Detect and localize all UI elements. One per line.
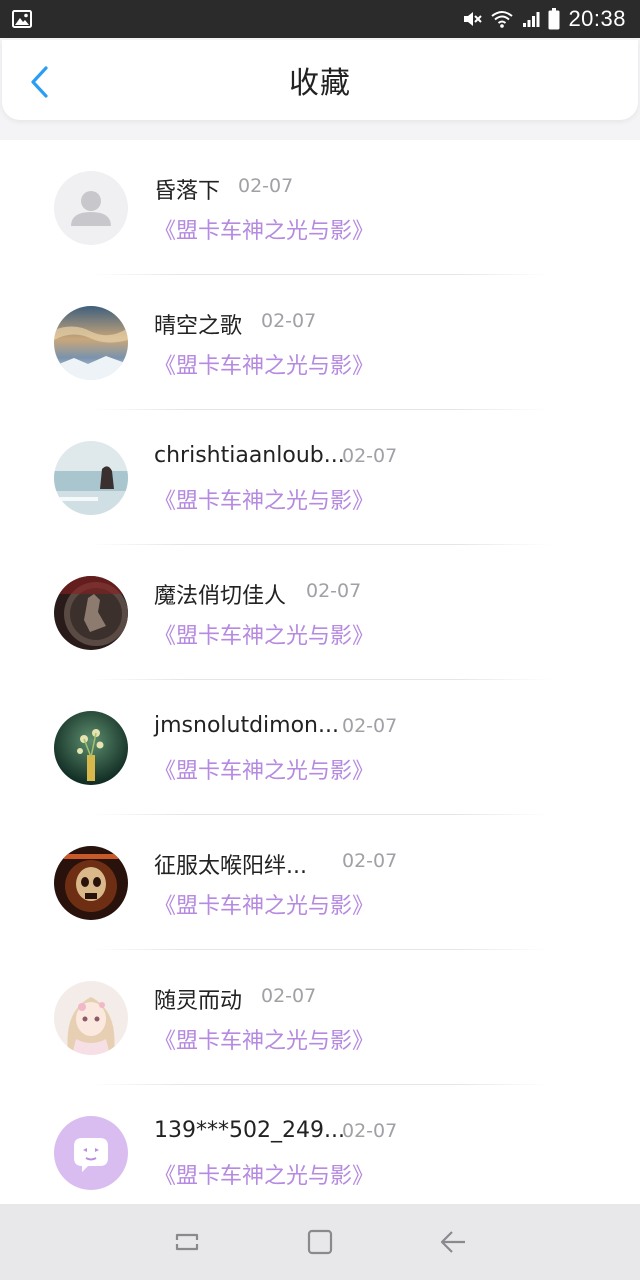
anime-girl-icon <box>54 981 128 1055</box>
avatar[interactable] <box>54 171 128 245</box>
date: 02-07 <box>261 310 317 332</box>
chevron-left-icon <box>29 65 51 99</box>
avatar[interactable] <box>54 846 128 920</box>
navigation-bar <box>0 1204 640 1280</box>
header: 收藏 <box>2 40 638 120</box>
list-item[interactable]: 晴空之歌 02-07 《盟卡车神之光与影》 <box>0 275 640 410</box>
book-title-link[interactable]: 《盟卡车神之光与影》 <box>154 1023 374 1055</box>
chat-bubble-icon <box>54 1116 128 1190</box>
home-button[interactable] <box>290 1212 350 1272</box>
user-name[interactable]: 昏落下 <box>154 173 220 205</box>
home-icon <box>306 1228 334 1256</box>
user-name[interactable]: 139***502_249... <box>154 1118 345 1143</box>
date: 02-07 <box>342 850 398 872</box>
date: 02-07 <box>342 445 398 467</box>
sky-photo-icon <box>54 306 128 380</box>
list-item[interactable]: 昏落下 02-07 《盟卡车神之光与影》 <box>0 140 640 275</box>
recents-button[interactable] <box>157 1212 217 1272</box>
flower-photo-icon <box>54 711 128 785</box>
page-title: 收藏 <box>289 66 351 101</box>
user-name[interactable]: jmsnolutdimon... <box>154 713 339 738</box>
user-name[interactable]: 征服太喉阳绊... <box>154 848 307 880</box>
date: 02-07 <box>342 715 398 737</box>
avatar[interactable] <box>54 306 128 380</box>
date: 02-07 <box>306 580 362 602</box>
date: 02-07 <box>342 1120 398 1142</box>
date: 02-07 <box>261 985 317 1007</box>
avatar[interactable] <box>54 441 128 515</box>
book-title-link[interactable]: 《盟卡车神之光与影》 <box>154 753 374 785</box>
list-item[interactable]: 魔法俏切佳人 02-07 《盟卡车神之光与影》 <box>0 545 640 680</box>
beach-photo-icon <box>54 441 128 515</box>
avatar[interactable] <box>54 981 128 1055</box>
status-bar: 20:38 <box>0 0 640 38</box>
user-name[interactable]: 魔法俏切佳人 <box>154 578 286 610</box>
coin-photo-icon <box>54 576 128 650</box>
battery-icon <box>548 8 560 30</box>
book-title-link[interactable]: 《盟卡车神之光与影》 <box>154 618 374 650</box>
book-title-link[interactable]: 《盟卡车神之光与影》 <box>154 483 374 515</box>
avatar[interactable] <box>54 711 128 785</box>
wifi-icon <box>490 9 514 29</box>
list-item[interactable]: 随灵而动 02-07 《盟卡车神之光与影》 <box>0 950 640 1085</box>
book-title-link[interactable]: 《盟卡车神之光与影》 <box>154 888 374 920</box>
book-title-link[interactable]: 《盟卡车神之光与影》 <box>154 348 374 380</box>
user-name[interactable]: 随灵而动 <box>154 983 242 1015</box>
list-item[interactable]: 139***502_249... 02-07 《盟卡车神之光与影》 <box>0 1085 640 1204</box>
image-icon <box>12 10 32 28</box>
list-item[interactable]: 征服太喉阳绊... 02-07 《盟卡车神之光与影》 <box>0 815 640 950</box>
default-user-icon <box>54 171 128 245</box>
list-item[interactable]: jmsnolutdimon... 02-07 《盟卡车神之光与影》 <box>0 680 640 815</box>
recents-icon <box>173 1228 201 1256</box>
list-item[interactable]: chrishtiaanloub... 02-07 《盟卡车神之光与影》 <box>0 410 640 545</box>
back-button[interactable] <box>20 62 60 102</box>
user-name[interactable]: chrishtiaanloub... <box>154 443 345 468</box>
date: 02-07 <box>238 175 294 197</box>
avatar[interactable] <box>54 576 128 650</box>
back-icon <box>439 1228 467 1256</box>
mute-icon <box>462 9 483 29</box>
skull-photo-icon <box>54 846 128 920</box>
status-time: 20:38 <box>568 6 626 31</box>
signal-icon <box>522 10 540 28</box>
back-nav-button[interactable] <box>423 1212 483 1272</box>
user-name[interactable]: 晴空之歌 <box>154 308 242 340</box>
book-title-link[interactable]: 《盟卡车神之光与影》 <box>154 1158 374 1190</box>
favorites-list: 昏落下 02-07 《盟卡车神之光与影》 晴空之歌 02-07 《盟卡车神之光与… <box>0 140 640 1204</box>
avatar[interactable] <box>54 1116 128 1190</box>
book-title-link[interactable]: 《盟卡车神之光与影》 <box>154 213 374 245</box>
